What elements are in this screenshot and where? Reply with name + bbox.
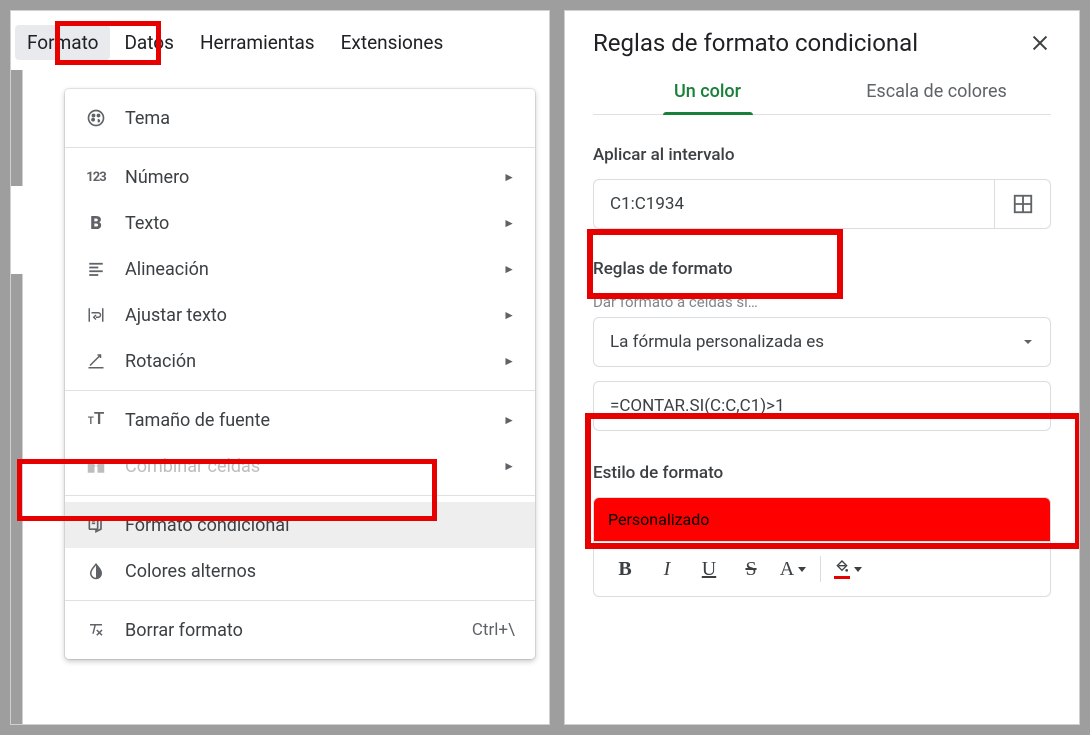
text-color-button[interactable]: A — [774, 552, 812, 586]
chevron-right-icon: ► — [503, 216, 515, 230]
rules-section-label: Reglas de formato — [593, 259, 1051, 279]
bold-icon: B — [85, 212, 107, 234]
formula-value: =CONTAR.SI(C:C,C1)>1 — [610, 396, 785, 416]
chevron-right-icon: ► — [503, 262, 515, 276]
menubar-item-formato[interactable]: Formato — [15, 25, 110, 60]
chevron-right-icon: ► — [503, 308, 515, 322]
menu-separator — [65, 495, 535, 496]
toolbar-divider — [820, 556, 821, 582]
menu-item-numero[interactable]: 123 Número ► — [65, 154, 535, 200]
menu-item-alineacion[interactable]: Alineación ► — [65, 246, 535, 292]
bold-button[interactable]: B — [606, 552, 644, 586]
condformat-icon — [85, 514, 107, 536]
align-icon — [85, 258, 107, 280]
grid-icon — [1012, 193, 1034, 215]
background-strip — [11, 70, 23, 725]
wrap-icon — [85, 304, 107, 326]
menu-label: Borrar formato — [125, 620, 454, 641]
menu-item-formato-condicional[interactable]: Formato condicional — [65, 502, 535, 548]
menu-label: Alineación — [125, 259, 485, 280]
condition-select-value: La fórmula personalizada es — [610, 332, 824, 352]
left-panel: Formato Datos Herramientas Extensiones T… — [10, 10, 550, 725]
chevron-right-icon: ► — [503, 459, 515, 473]
strikethrough-button[interactable]: S — [732, 552, 770, 586]
menubar: Formato Datos Herramientas Extensiones — [11, 11, 549, 60]
rotate-icon — [85, 350, 107, 372]
italic-button[interactable]: I — [648, 552, 686, 586]
range-input[interactable]: C1:C1934 — [593, 179, 995, 229]
menu-item-colores-alternos[interactable]: Colores alternos — [65, 548, 535, 594]
chevron-right-icon: ► — [503, 413, 515, 427]
menu-label: Colores alternos — [125, 561, 515, 582]
formula-input[interactable]: =CONTAR.SI(C:C,C1)>1 — [593, 381, 1051, 431]
menu-label: Ajustar texto — [125, 305, 485, 326]
chevron-down-icon — [1022, 336, 1034, 348]
merge-icon — [85, 455, 107, 477]
menubar-item-datos[interactable]: Datos — [112, 25, 185, 60]
menu-label: Tamaño de fuente — [125, 410, 485, 431]
clear-icon — [85, 619, 107, 641]
menu-item-tamano-fuente[interactable]: TT Tamaño de fuente ► — [65, 397, 535, 443]
menu-item-rotacion[interactable]: Rotación ► — [65, 338, 535, 384]
menu-separator — [65, 600, 535, 601]
range-row: C1:C1934 — [593, 179, 1051, 229]
tabs: Un color Escala de colores — [593, 81, 1051, 115]
fontsize-icon: TT — [85, 409, 107, 431]
fill-icon — [834, 559, 850, 579]
tab-escala-colores[interactable]: Escala de colores — [822, 81, 1051, 114]
menu-shortcut: Ctrl+\ — [472, 620, 515, 640]
menu-separator — [65, 390, 535, 391]
menu-label: Formato condicional — [125, 515, 515, 536]
menu-label: Combinar celdas — [125, 456, 485, 477]
range-section-label: Aplicar al intervalo — [593, 145, 1051, 165]
style-section: Estilo de formato Personalizado B I U S … — [593, 463, 1051, 597]
menu-item-ajustar-texto[interactable]: Ajustar texto ► — [65, 292, 535, 338]
chevron-right-icon: ► — [503, 354, 515, 368]
menu-item-tema[interactable]: Tema — [65, 95, 535, 141]
tab-un-color[interactable]: Un color — [593, 81, 822, 114]
menu-label: Tema — [125, 108, 515, 129]
conditional-format-panel: Reglas de formato condicional Un color E… — [564, 10, 1080, 725]
style-section-label: Estilo de formato — [593, 463, 1051, 483]
panel-header: Reglas de formato condicional — [593, 29, 1051, 57]
menu-label: Número — [125, 167, 485, 188]
palette-icon — [85, 107, 107, 129]
menu-label: Texto — [125, 213, 485, 234]
menu-item-borrar-formato[interactable]: Borrar formato Ctrl+\ — [65, 607, 535, 653]
rules-helper-label: Dar formato a celdas si… — [593, 293, 1051, 311]
altcolors-icon — [85, 560, 107, 582]
chevron-right-icon: ► — [503, 170, 515, 184]
menu-item-combinar-celdas: Combinar celdas ► — [65, 443, 535, 489]
menu-item-texto[interactable]: B Texto ► — [65, 200, 535, 246]
menu-separator — [65, 147, 535, 148]
fill-color-button[interactable] — [829, 552, 867, 586]
close-icon[interactable] — [1029, 32, 1051, 54]
style-preview[interactable]: Personalizado — [593, 497, 1051, 541]
menubar-item-extensiones[interactable]: Extensiones — [329, 25, 456, 60]
range-picker-button[interactable] — [995, 179, 1051, 229]
panel-title: Reglas de formato condicional — [593, 29, 918, 57]
menu-label: Rotación — [125, 351, 485, 372]
menubar-item-herramientas[interactable]: Herramientas — [188, 25, 327, 60]
format-dropdown: Tema 123 Número ► B Texto ► Alineación ►… — [65, 89, 535, 659]
underline-button[interactable]: U — [690, 552, 728, 586]
condition-select[interactable]: La fórmula personalizada es — [593, 317, 1051, 367]
style-toolbar: B I U S A — [593, 541, 1051, 597]
number-icon: 123 — [85, 166, 107, 188]
